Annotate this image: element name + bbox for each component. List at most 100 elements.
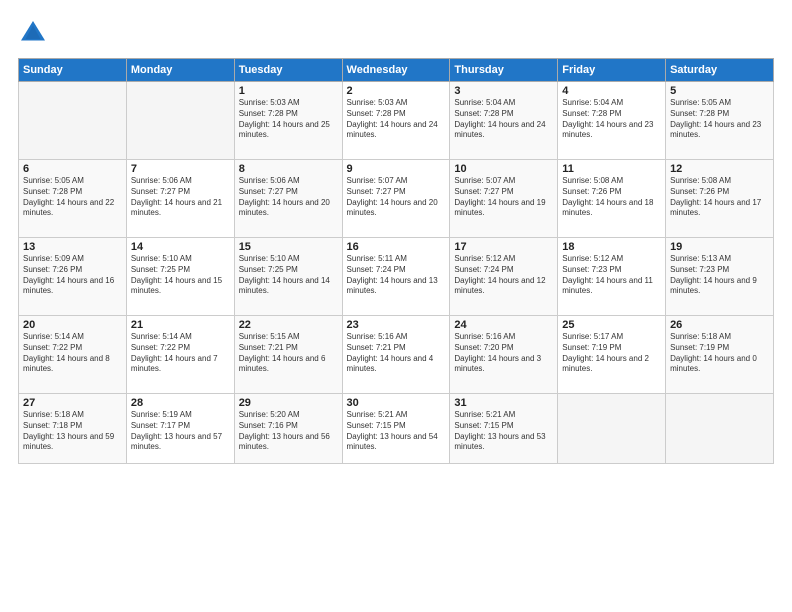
page: SundayMondayTuesdayWednesdayThursdayFrid… — [0, 0, 792, 612]
day-number: 17 — [454, 241, 553, 253]
header — [18, 18, 774, 48]
calendar-week-row: 20Sunrise: 5:14 AMSunset: 7:22 PMDayligh… — [19, 316, 774, 394]
day-number: 29 — [239, 397, 338, 409]
day-number: 28 — [131, 397, 230, 409]
calendar-day-cell: 6Sunrise: 5:05 AMSunset: 7:28 PMDaylight… — [19, 160, 127, 238]
calendar-day-cell: 5Sunrise: 5:05 AMSunset: 7:28 PMDaylight… — [666, 82, 774, 160]
day-info: Sunrise: 5:21 AMSunset: 7:15 PMDaylight:… — [347, 410, 446, 453]
day-info: Sunrise: 5:19 AMSunset: 7:17 PMDaylight:… — [131, 410, 230, 453]
day-info: Sunrise: 5:10 AMSunset: 7:25 PMDaylight:… — [131, 254, 230, 297]
calendar-day-cell: 28Sunrise: 5:19 AMSunset: 7:17 PMDayligh… — [126, 394, 234, 464]
day-number: 18 — [562, 241, 661, 253]
day-info: Sunrise: 5:05 AMSunset: 7:28 PMDaylight:… — [670, 98, 769, 141]
day-number: 5 — [670, 85, 769, 97]
day-info: Sunrise: 5:20 AMSunset: 7:16 PMDaylight:… — [239, 410, 338, 453]
calendar-day-cell: 27Sunrise: 5:18 AMSunset: 7:18 PMDayligh… — [19, 394, 127, 464]
calendar-day-cell: 16Sunrise: 5:11 AMSunset: 7:24 PMDayligh… — [342, 238, 450, 316]
day-number: 4 — [562, 85, 661, 97]
day-info: Sunrise: 5:06 AMSunset: 7:27 PMDaylight:… — [131, 176, 230, 219]
calendar-day-cell: 17Sunrise: 5:12 AMSunset: 7:24 PMDayligh… — [450, 238, 558, 316]
day-number: 13 — [23, 241, 122, 253]
calendar-day-cell: 22Sunrise: 5:15 AMSunset: 7:21 PMDayligh… — [234, 316, 342, 394]
day-number: 8 — [239, 163, 338, 175]
calendar-week-row: 1Sunrise: 5:03 AMSunset: 7:28 PMDaylight… — [19, 82, 774, 160]
day-number: 16 — [347, 241, 446, 253]
day-info: Sunrise: 5:07 AMSunset: 7:27 PMDaylight:… — [454, 176, 553, 219]
calendar-day-cell: 11Sunrise: 5:08 AMSunset: 7:26 PMDayligh… — [558, 160, 666, 238]
day-info: Sunrise: 5:14 AMSunset: 7:22 PMDaylight:… — [23, 332, 122, 375]
calendar-week-row: 27Sunrise: 5:18 AMSunset: 7:18 PMDayligh… — [19, 394, 774, 464]
calendar-day-cell: 1Sunrise: 5:03 AMSunset: 7:28 PMDaylight… — [234, 82, 342, 160]
calendar-day-cell: 24Sunrise: 5:16 AMSunset: 7:20 PMDayligh… — [450, 316, 558, 394]
day-info: Sunrise: 5:16 AMSunset: 7:20 PMDaylight:… — [454, 332, 553, 375]
calendar-day-cell: 20Sunrise: 5:14 AMSunset: 7:22 PMDayligh… — [19, 316, 127, 394]
calendar-day-cell: 29Sunrise: 5:20 AMSunset: 7:16 PMDayligh… — [234, 394, 342, 464]
calendar-day-cell: 21Sunrise: 5:14 AMSunset: 7:22 PMDayligh… — [126, 316, 234, 394]
day-number: 25 — [562, 319, 661, 331]
day-number: 20 — [23, 319, 122, 331]
day-info: Sunrise: 5:11 AMSunset: 7:24 PMDaylight:… — [347, 254, 446, 297]
day-info: Sunrise: 5:03 AMSunset: 7:28 PMDaylight:… — [239, 98, 338, 141]
day-info: Sunrise: 5:12 AMSunset: 7:23 PMDaylight:… — [562, 254, 661, 297]
day-info: Sunrise: 5:06 AMSunset: 7:27 PMDaylight:… — [239, 176, 338, 219]
calendar-day-cell: 26Sunrise: 5:18 AMSunset: 7:19 PMDayligh… — [666, 316, 774, 394]
day-number: 15 — [239, 241, 338, 253]
day-info: Sunrise: 5:04 AMSunset: 7:28 PMDaylight:… — [562, 98, 661, 141]
logo-icon — [18, 18, 48, 48]
calendar-day-cell: 13Sunrise: 5:09 AMSunset: 7:26 PMDayligh… — [19, 238, 127, 316]
calendar-day-cell: 12Sunrise: 5:08 AMSunset: 7:26 PMDayligh… — [666, 160, 774, 238]
calendar-day-cell: 3Sunrise: 5:04 AMSunset: 7:28 PMDaylight… — [450, 82, 558, 160]
day-number: 21 — [131, 319, 230, 331]
weekday-header: Sunday — [19, 59, 127, 82]
calendar-day-cell: 9Sunrise: 5:07 AMSunset: 7:27 PMDaylight… — [342, 160, 450, 238]
weekday-header: Thursday — [450, 59, 558, 82]
calendar: SundayMondayTuesdayWednesdayThursdayFrid… — [18, 58, 774, 464]
day-number: 1 — [239, 85, 338, 97]
logo — [18, 18, 50, 48]
calendar-day-cell: 14Sunrise: 5:10 AMSunset: 7:25 PMDayligh… — [126, 238, 234, 316]
day-number: 26 — [670, 319, 769, 331]
calendar-day-cell: 25Sunrise: 5:17 AMSunset: 7:19 PMDayligh… — [558, 316, 666, 394]
day-info: Sunrise: 5:13 AMSunset: 7:23 PMDaylight:… — [670, 254, 769, 297]
calendar-day-cell: 30Sunrise: 5:21 AMSunset: 7:15 PMDayligh… — [342, 394, 450, 464]
calendar-week-row: 6Sunrise: 5:05 AMSunset: 7:28 PMDaylight… — [19, 160, 774, 238]
day-info: Sunrise: 5:15 AMSunset: 7:21 PMDaylight:… — [239, 332, 338, 375]
day-number: 27 — [23, 397, 122, 409]
day-info: Sunrise: 5:12 AMSunset: 7:24 PMDaylight:… — [454, 254, 553, 297]
calendar-day-cell: 8Sunrise: 5:06 AMSunset: 7:27 PMDaylight… — [234, 160, 342, 238]
calendar-day-cell: 10Sunrise: 5:07 AMSunset: 7:27 PMDayligh… — [450, 160, 558, 238]
calendar-day-cell — [558, 394, 666, 464]
day-number: 9 — [347, 163, 446, 175]
day-info: Sunrise: 5:16 AMSunset: 7:21 PMDaylight:… — [347, 332, 446, 375]
day-info: Sunrise: 5:05 AMSunset: 7:28 PMDaylight:… — [23, 176, 122, 219]
calendar-day-cell: 19Sunrise: 5:13 AMSunset: 7:23 PMDayligh… — [666, 238, 774, 316]
calendar-day-cell: 23Sunrise: 5:16 AMSunset: 7:21 PMDayligh… — [342, 316, 450, 394]
day-number: 6 — [23, 163, 122, 175]
weekday-header: Saturday — [666, 59, 774, 82]
day-number: 2 — [347, 85, 446, 97]
day-number: 12 — [670, 163, 769, 175]
day-number: 22 — [239, 319, 338, 331]
day-number: 7 — [131, 163, 230, 175]
day-info: Sunrise: 5:18 AMSunset: 7:18 PMDaylight:… — [23, 410, 122, 453]
weekday-header: Wednesday — [342, 59, 450, 82]
calendar-day-cell: 15Sunrise: 5:10 AMSunset: 7:25 PMDayligh… — [234, 238, 342, 316]
day-info: Sunrise: 5:18 AMSunset: 7:19 PMDaylight:… — [670, 332, 769, 375]
day-number: 31 — [454, 397, 553, 409]
calendar-day-cell: 7Sunrise: 5:06 AMSunset: 7:27 PMDaylight… — [126, 160, 234, 238]
calendar-day-cell — [126, 82, 234, 160]
day-number: 10 — [454, 163, 553, 175]
day-info: Sunrise: 5:09 AMSunset: 7:26 PMDaylight:… — [23, 254, 122, 297]
day-number: 30 — [347, 397, 446, 409]
day-number: 23 — [347, 319, 446, 331]
calendar-day-cell: 4Sunrise: 5:04 AMSunset: 7:28 PMDaylight… — [558, 82, 666, 160]
calendar-day-cell: 18Sunrise: 5:12 AMSunset: 7:23 PMDayligh… — [558, 238, 666, 316]
day-info: Sunrise: 5:04 AMSunset: 7:28 PMDaylight:… — [454, 98, 553, 141]
day-number: 19 — [670, 241, 769, 253]
day-info: Sunrise: 5:08 AMSunset: 7:26 PMDaylight:… — [562, 176, 661, 219]
day-number: 24 — [454, 319, 553, 331]
calendar-day-cell — [666, 394, 774, 464]
calendar-day-cell: 31Sunrise: 5:21 AMSunset: 7:15 PMDayligh… — [450, 394, 558, 464]
calendar-header-row: SundayMondayTuesdayWednesdayThursdayFrid… — [19, 59, 774, 82]
day-info: Sunrise: 5:17 AMSunset: 7:19 PMDaylight:… — [562, 332, 661, 375]
